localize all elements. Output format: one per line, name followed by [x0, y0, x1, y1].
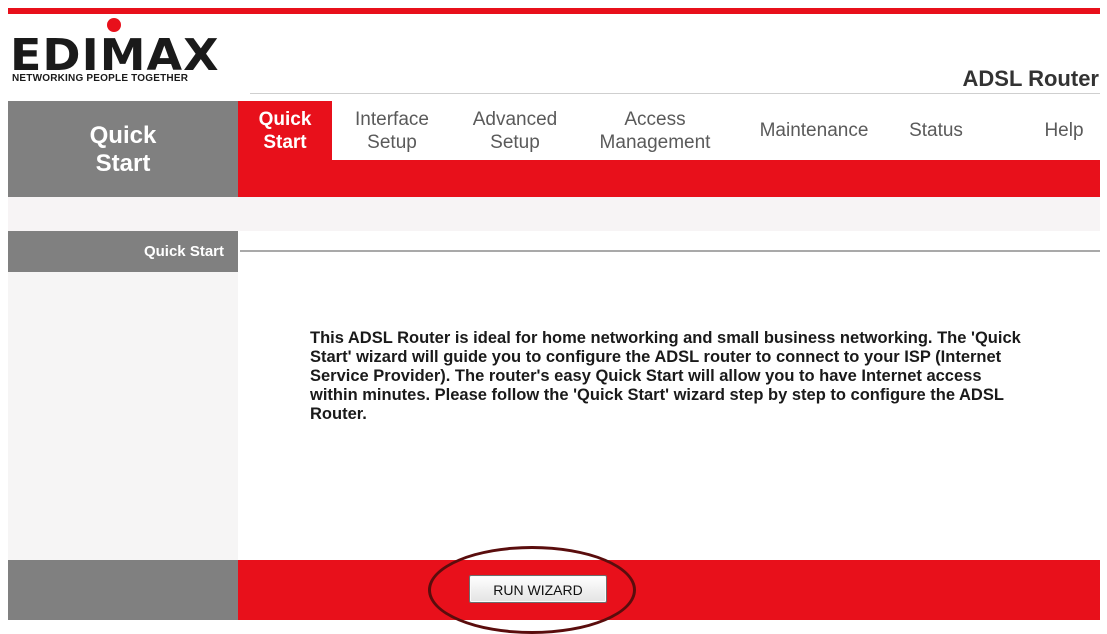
- tab-label: Quick: [258, 108, 312, 130]
- tab-advanced-setup[interactable]: Advanced Setup: [462, 101, 568, 160]
- tab-label: Access: [624, 108, 686, 130]
- header-divider: [250, 93, 1100, 94]
- tab-label: Maintenance: [759, 120, 869, 141]
- current-section-line1: Quick: [89, 122, 157, 149]
- edimax-logo: EDIMAX NETWORKING PEOPLE TOGETHER: [10, 18, 250, 90]
- footer-bar: [238, 560, 1100, 620]
- logo-word: EDIMAX: [10, 29, 220, 81]
- tab-help[interactable]: Help: [1034, 101, 1094, 160]
- tab-interface-setup[interactable]: Interface Setup: [342, 101, 442, 160]
- tab-status[interactable]: Status: [898, 101, 974, 160]
- sidebar: [8, 231, 238, 560]
- tab-access-management[interactable]: Access Management: [588, 101, 722, 160]
- main-nav: Quick Start Interface Setup Advanced Setup …: [238, 101, 1100, 160]
- tab-label: Help: [1044, 120, 1084, 141]
- section-label: Quick Start: [8, 231, 238, 272]
- tab-label: Status: [909, 120, 963, 141]
- tab-label: Setup: [490, 131, 540, 153]
- quick-start-description: This ADSL Router is ideal for home netwo…: [310, 329, 1021, 423]
- subnav-bar: [238, 160, 1100, 197]
- tab-label: Advanced: [472, 108, 558, 130]
- tab-label: Setup: [367, 131, 417, 153]
- product-name: ADSL Router: [962, 66, 1100, 91]
- run-wizard-button[interactable]: RUN WIZARD: [469, 575, 607, 603]
- footer-left: [8, 560, 238, 620]
- current-section-line2: Start: [95, 150, 151, 177]
- logo-tagline: NETWORKING PEOPLE TOGETHER: [12, 73, 189, 84]
- top-accent-line: [8, 8, 1100, 14]
- current-section-title: Quick Start: [8, 101, 238, 197]
- section-divider: [240, 250, 1100, 252]
- tab-label: Start: [263, 131, 307, 153]
- spacer-band: [8, 197, 1100, 231]
- tab-label: Management: [599, 131, 711, 153]
- tab-label: Interface: [355, 108, 429, 130]
- tab-quick-start[interactable]: Quick Start: [238, 101, 332, 160]
- tab-maintenance[interactable]: Maintenance: [746, 101, 882, 160]
